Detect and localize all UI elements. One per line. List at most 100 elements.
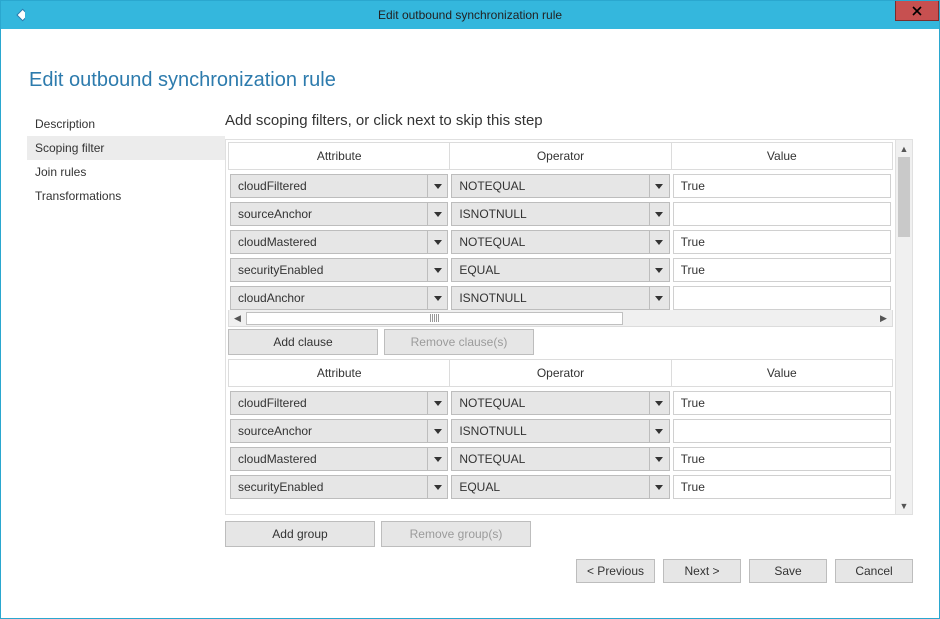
dropdown-button[interactable]	[650, 391, 670, 415]
value-input[interactable]	[673, 419, 891, 443]
operator-combo[interactable]	[451, 447, 669, 471]
remove-group-button[interactable]: Remove group(s)	[381, 521, 531, 547]
scroll-track[interactable]	[246, 312, 875, 325]
dropdown-button[interactable]	[428, 202, 448, 226]
value-cell	[673, 230, 891, 254]
titlebar: Edit outbound synchronization rule	[1, 1, 939, 29]
value-input[interactable]	[673, 202, 891, 226]
value-input[interactable]	[673, 258, 891, 282]
dropdown-button[interactable]	[428, 286, 448, 310]
attribute-combo[interactable]	[230, 475, 448, 499]
operator-combo[interactable]	[451, 202, 669, 226]
dropdown-button[interactable]	[650, 475, 670, 499]
dropdown-button[interactable]	[428, 475, 448, 499]
scroll-thumb[interactable]	[898, 157, 910, 237]
scroll-down-arrow[interactable]: ▼	[896, 497, 912, 514]
value-input[interactable]	[673, 286, 891, 310]
dropdown-button[interactable]	[428, 174, 448, 198]
scroll-right-arrow[interactable]: ▶	[875, 310, 892, 326]
value-cell	[673, 475, 891, 499]
attribute-combo[interactable]	[230, 447, 448, 471]
filter-row	[228, 174, 893, 198]
close-button[interactable]	[895, 1, 939, 21]
operator-input[interactable]	[451, 447, 649, 471]
attribute-input[interactable]	[230, 391, 428, 415]
sidebar-item-join-rules[interactable]: Join rules	[27, 160, 225, 184]
operator-input[interactable]	[451, 230, 649, 254]
value-input[interactable]	[673, 447, 891, 471]
column-header-operator: Operator	[450, 360, 671, 386]
attribute-input[interactable]	[230, 230, 428, 254]
operator-input[interactable]	[451, 202, 649, 226]
attribute-input[interactable]	[230, 447, 428, 471]
attribute-combo[interactable]	[230, 174, 448, 198]
value-cell	[673, 447, 891, 471]
remove-clause-button[interactable]: Remove clause(s)	[384, 329, 534, 355]
scroll-up-arrow[interactable]: ▲	[896, 140, 912, 157]
sidebar-item-description[interactable]: Description	[27, 112, 225, 136]
dropdown-button[interactable]	[650, 419, 670, 443]
attribute-combo[interactable]	[230, 419, 448, 443]
attribute-combo[interactable]	[230, 202, 448, 226]
save-button[interactable]: Save	[749, 559, 827, 583]
attribute-input[interactable]	[230, 419, 428, 443]
operator-combo[interactable]	[451, 258, 669, 282]
sidebar-item-scoping-filter[interactable]: Scoping filter	[27, 136, 225, 160]
dropdown-button[interactable]	[428, 419, 448, 443]
attribute-input[interactable]	[230, 202, 428, 226]
dropdown-button[interactable]	[650, 202, 670, 226]
add-clause-button[interactable]: Add clause	[228, 329, 378, 355]
value-cell	[673, 419, 891, 443]
attribute-combo[interactable]	[230, 286, 448, 310]
dropdown-button[interactable]	[650, 230, 670, 254]
attribute-combo[interactable]	[230, 230, 448, 254]
add-group-button[interactable]: Add group	[225, 521, 375, 547]
window-title: Edit outbound synchronization rule	[1, 8, 939, 22]
dropdown-button[interactable]	[428, 258, 448, 282]
scroll-thumb[interactable]	[246, 312, 623, 325]
operator-combo[interactable]	[451, 286, 669, 310]
horizontal-scrollbar[interactable]: ◀▶	[228, 310, 893, 327]
grid-header: AttributeOperatorValue	[228, 142, 893, 170]
instruction-text: Add scoping filters, or click next to sk…	[225, 112, 913, 129]
grip-icon	[430, 314, 440, 322]
attribute-input[interactable]	[230, 286, 428, 310]
sidebar-item-transformations[interactable]: Transformations	[27, 184, 225, 208]
dropdown-button[interactable]	[650, 174, 670, 198]
operator-combo[interactable]	[451, 230, 669, 254]
operator-combo[interactable]	[451, 391, 669, 415]
filter-row	[228, 202, 893, 226]
attribute-input[interactable]	[230, 174, 428, 198]
dropdown-button[interactable]	[428, 391, 448, 415]
app-icon	[9, 7, 25, 23]
attribute-combo[interactable]	[230, 391, 448, 415]
value-input[interactable]	[673, 391, 891, 415]
operator-input[interactable]	[451, 174, 649, 198]
value-input[interactable]	[673, 475, 891, 499]
value-input[interactable]	[673, 230, 891, 254]
operator-combo[interactable]	[451, 419, 669, 443]
operator-input[interactable]	[451, 258, 649, 282]
previous-button[interactable]: < Previous	[576, 559, 655, 583]
dropdown-button[interactable]	[650, 447, 670, 471]
operator-input[interactable]	[451, 391, 649, 415]
dropdown-button[interactable]	[428, 230, 448, 254]
scroll-left-arrow[interactable]: ◀	[229, 310, 246, 326]
operator-combo[interactable]	[451, 174, 669, 198]
dropdown-button[interactable]	[428, 447, 448, 471]
attribute-combo[interactable]	[230, 258, 448, 282]
operator-input[interactable]	[451, 475, 649, 499]
value-cell	[673, 286, 891, 310]
operator-combo[interactable]	[451, 475, 669, 499]
cancel-button[interactable]: Cancel	[835, 559, 913, 583]
dropdown-button[interactable]	[650, 286, 670, 310]
next-button[interactable]: Next >	[663, 559, 741, 583]
attribute-input[interactable]	[230, 475, 428, 499]
attribute-input[interactable]	[230, 258, 428, 282]
dropdown-button[interactable]	[650, 258, 670, 282]
value-input[interactable]	[673, 174, 891, 198]
value-cell	[673, 258, 891, 282]
vertical-scrollbar[interactable]: ▲ ▼	[895, 140, 912, 514]
operator-input[interactable]	[451, 286, 649, 310]
operator-input[interactable]	[451, 419, 649, 443]
